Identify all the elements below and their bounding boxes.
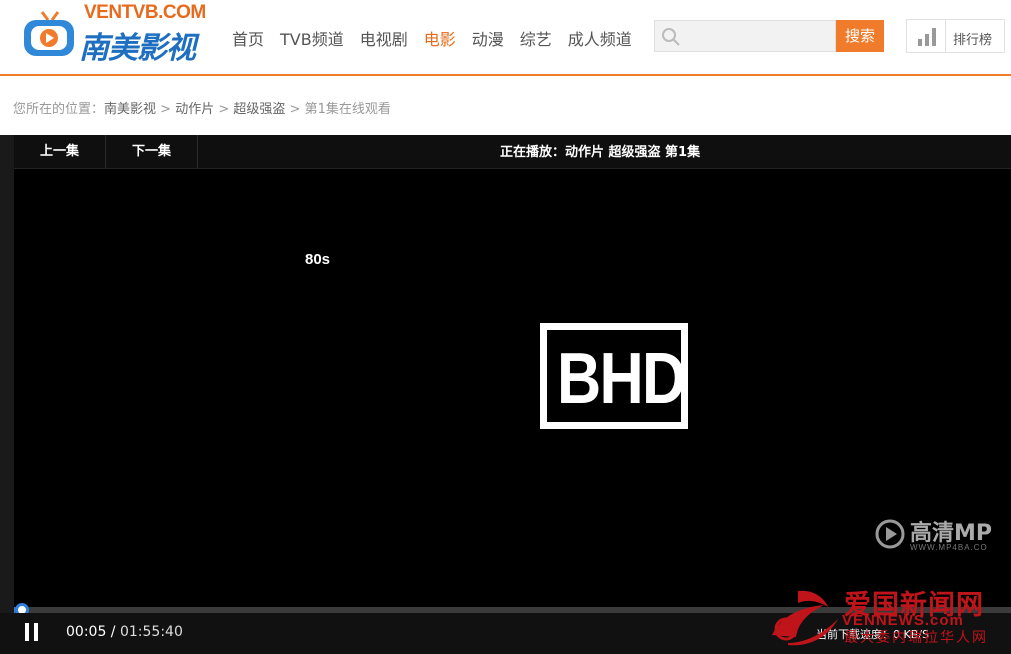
site-header: VENTVB.COM 南美影视 首页 TVB频道 电视剧 电影 动漫 综艺 成人…	[0, 0, 1011, 76]
player-topbar: 上一集 下一集 正在播放：动作片 超级强盗 第1集	[14, 135, 1011, 169]
nav-item-adult[interactable]: 成人频道	[568, 26, 632, 50]
video-player: 上一集 下一集 正在播放：动作片 超级强盗 第1集 80s BHD 高清MP W…	[0, 135, 1011, 654]
prev-episode-button[interactable]: 上一集	[14, 135, 106, 169]
bird-logo-icon	[772, 590, 838, 646]
nav-item-anime[interactable]: 动漫	[472, 26, 504, 50]
breadcrumb-prefix: 您所在的位置：	[13, 102, 105, 117]
search-icon	[662, 28, 680, 46]
total-time: 01:55:40	[119, 624, 183, 640]
bar-chart-icon	[918, 28, 936, 46]
nav-item-tvb[interactable]: TVB频道	[280, 26, 344, 50]
video-screen[interactable]: 80s BHD 高清MP WWW.MP4BA.CO	[14, 169, 1011, 607]
site-logo[interactable]: VENTVB.COM 南美影视	[22, 2, 217, 68]
nav-item-tv-series[interactable]: 电视剧	[360, 26, 408, 50]
breadcrumb: 您所在的位置：南美影视 > 动作片 > 超级强盗 > 第1集在线观看	[13, 98, 391, 117]
breadcrumb-item-title[interactable]: 超级强盗	[233, 102, 285, 117]
ranking-divider	[945, 20, 946, 52]
breadcrumb-item-home[interactable]: 南美影视	[104, 102, 156, 117]
search-input[interactable]	[654, 20, 836, 52]
vennews-watermark: 爱国新闻网 VENNEWS.com 最大委内瑞拉华人网	[768, 583, 1011, 654]
hd-watermark-url: WWW.MP4BA.CO	[910, 543, 988, 552]
now-playing-title: 正在播放：动作片 超级强盗 第1集	[500, 145, 701, 160]
player-edge	[0, 135, 14, 654]
ranking-button[interactable]: 排行榜	[906, 19, 1005, 53]
nav-item-movies[interactable]: 电影	[424, 26, 456, 50]
nav-item-variety[interactable]: 综艺	[520, 26, 552, 50]
main-nav: 首页 TVB频道 电视剧 电影 动漫 综艺 成人频道	[232, 26, 648, 50]
play-circle-icon	[875, 519, 905, 549]
ranking-label: 排行榜	[953, 33, 993, 48]
nav-item-home[interactable]: 首页	[232, 26, 264, 50]
search-bar: 搜索	[654, 20, 884, 52]
search-button[interactable]: 搜索	[836, 20, 884, 52]
brand-cn: 南美影视	[79, 31, 196, 66]
pause-icon[interactable]	[25, 623, 39, 641]
tv-icon	[24, 11, 74, 56]
brand-en: VENTVB.COM	[84, 2, 206, 23]
vennews-slogan: 最大委内瑞拉华人网	[844, 630, 988, 646]
time-display: 00:05 / 01:55:40	[66, 624, 183, 640]
next-episode-button[interactable]: 下一集	[106, 135, 198, 169]
overlay-80s-watermark: 80s	[305, 251, 331, 268]
bhd-logo-text: BHD	[557, 339, 686, 419]
time-separator: /	[106, 624, 120, 640]
breadcrumb-separator: >	[214, 102, 234, 117]
breadcrumb-separator: >	[285, 102, 305, 117]
bhd-logo: BHD	[540, 323, 688, 429]
breadcrumb-separator: >	[156, 102, 176, 117]
breadcrumb-item-category[interactable]: 动作片	[175, 102, 214, 117]
hd-watermark: 高清MP WWW.MP4BA.CO	[874, 515, 1009, 557]
breadcrumb-current: 第1集在线观看	[304, 102, 391, 117]
current-time: 00:05	[66, 624, 107, 640]
bhd-logo-inner: BHD	[547, 330, 686, 422]
